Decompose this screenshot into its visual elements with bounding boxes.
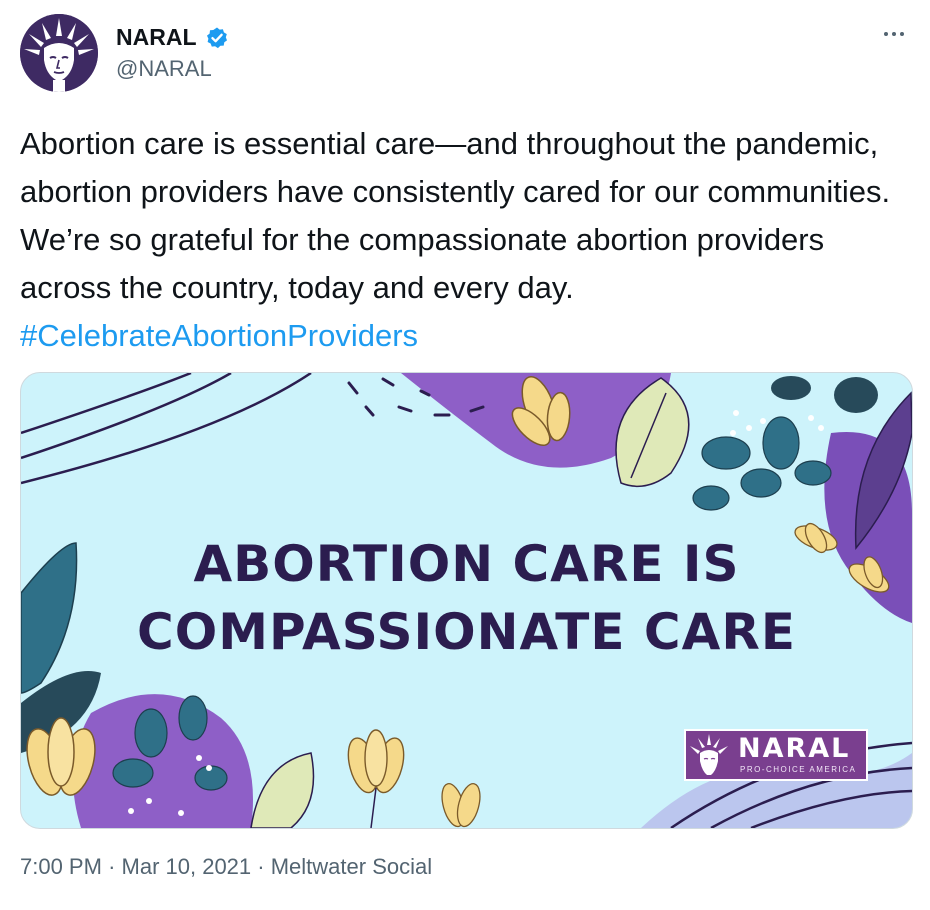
tweet-time[interactable]: 7:00 PM [20, 854, 102, 879]
statue-of-liberty-icon [690, 734, 728, 775]
tweet-text: Abortion care is essential care—and thro… [20, 120, 915, 360]
meta-separator: · [257, 854, 265, 879]
hashtag-link[interactable]: #CelebrateAbortionProviders [20, 318, 418, 353]
author-handle[interactable]: @NARAL [116, 56, 212, 82]
statue-of-liberty-logo-icon [20, 14, 98, 92]
meta-separator: · [108, 854, 116, 879]
tweet-body: Abortion care is essential care—and thro… [20, 126, 891, 305]
author-name-row: NARAL [116, 24, 229, 51]
logo-tagline: PRO-CHOICE AMERICA [740, 765, 857, 774]
tweet-source[interactable]: Meltwater Social [271, 854, 432, 879]
naral-logo-badge: NARAL PRO-CHOICE AMERICA [684, 729, 868, 781]
verified-badge-icon [206, 27, 227, 48]
avatar[interactable] [20, 14, 98, 92]
image-headline-line2: COMPASSIONATE CARE [137, 603, 796, 661]
tweet: NARAL @NARAL Abortion care is essential … [0, 0, 930, 910]
more-options-icon[interactable] [878, 24, 910, 44]
tweet-image[interactable]: ABORTION CARE IS COMPASSIONATE CARE NARA… [20, 372, 913, 829]
tweet-meta: 7:00 PM · Mar 10, 2021 · Meltwater Socia… [20, 854, 432, 880]
author-display-name[interactable]: NARAL [116, 24, 197, 51]
image-headline-line1: ABORTION CARE IS [193, 535, 740, 593]
logo-name: NARAL [738, 733, 851, 764]
tweet-date[interactable]: Mar 10, 2021 [122, 854, 252, 879]
